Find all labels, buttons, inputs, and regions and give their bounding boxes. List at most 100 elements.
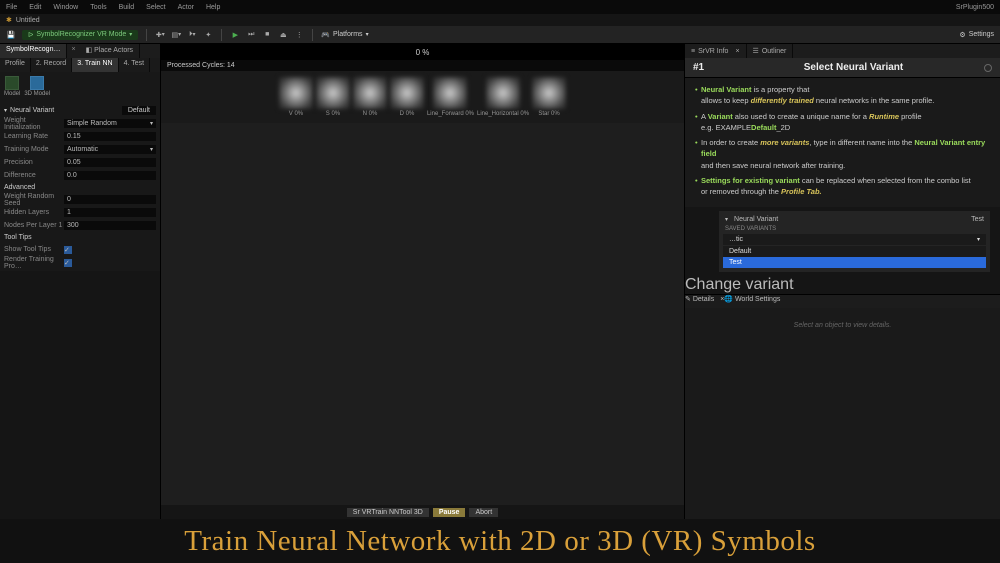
menu-window[interactable]: Window (53, 4, 78, 11)
left-panel: SymbolRecogn… × ◧ Place Actors Profile 2… (0, 44, 160, 519)
dirty-icon: ✱ (6, 16, 12, 24)
expand-icon: ▾ (4, 107, 7, 114)
settings-button[interactable]: ⚙ Settings (959, 31, 994, 39)
lbl-render-training: Render Training Pro… (4, 256, 64, 270)
menu-actor[interactable]: Actor (178, 4, 194, 11)
pause-button[interactable]: Pause (433, 508, 466, 517)
val-nodes[interactable]: 300 (64, 221, 156, 230)
symbol-n (353, 77, 387, 109)
val-weight-init[interactable]: Simple Random▾ (64, 119, 156, 128)
main-toolbar: 💾 ᐅ SymbolRecognizer VR Mode ▾ ✚▾ ▤▾ ⏵▾ … (0, 26, 1000, 44)
center-panel: 0 % Processed Cycles: 14 V 0% S 0% N 0% … (160, 44, 685, 519)
symbol-row: V 0% S 0% N 0% D 0% Line_Forward 0% Line… (161, 71, 684, 123)
add-icon[interactable]: ✚▾ (155, 30, 165, 40)
chk-render-training[interactable]: ✓ (64, 259, 72, 267)
lbl-difference: Difference (4, 172, 64, 179)
menu-select[interactable]: Select (146, 4, 165, 11)
variant-opt-test[interactable]: Test (723, 257, 986, 268)
pencil-icon: ✎ (685, 296, 691, 303)
tab-world-settings[interactable]: 🌐 World Settings (724, 295, 780, 308)
progress-bar: 0 % (161, 44, 684, 60)
processed-cycles: Processed Cycles: 14 (161, 60, 684, 71)
lbl-show-tooltips: Show Tool Tips (4, 246, 64, 253)
tooltip-change-variant: Change variant (685, 276, 1000, 294)
save-icon[interactable]: 💾 (6, 30, 16, 40)
outliner-icon: ☰ (753, 47, 759, 55)
blueprint-icon[interactable]: ▤▾ (171, 30, 181, 40)
tooltips-header[interactable]: Tool Tips (4, 232, 156, 243)
val-learning-rate[interactable]: 0.15 (64, 132, 156, 141)
globe-icon: 🌐 (724, 296, 733, 303)
tab-place-actors[interactable]: ◧ Place Actors (80, 44, 141, 58)
info-header: #1 Select Neural Variant (685, 58, 1000, 78)
chevron-down-icon: ▾ (129, 31, 132, 38)
menu-file[interactable]: File (6, 4, 17, 11)
variant-box: ▾Neural Variant Test SAVED VARIANTS …tic… (719, 211, 990, 272)
skip-icon[interactable]: ⏭ (246, 30, 256, 40)
val-hidden-layers[interactable]: 1 (64, 208, 156, 217)
stop-icon[interactable]: ■ (262, 30, 272, 40)
val-difference[interactable]: 0.0 (64, 171, 156, 180)
plugin-label: SrPlugin500 (956, 4, 994, 11)
symbol-d (390, 77, 424, 109)
lbl-weight-init: Weight Initialization (4, 117, 64, 131)
eject-icon[interactable]: ⏏ (278, 30, 288, 40)
variant-opt-default[interactable]: Default (723, 246, 986, 257)
lbl-learning-rate: Learning Rate (4, 133, 64, 140)
neural-variant-value[interactable]: Default (122, 106, 156, 115)
close-icon[interactable]: × (735, 48, 739, 55)
variant-header-value[interactable]: Test (971, 216, 984, 223)
chk-show-tooltips[interactable]: ✓ (64, 246, 72, 254)
abort-button[interactable]: Abort (469, 508, 498, 517)
menu-tools[interactable]: Tools (90, 4, 106, 11)
neural-variant-header[interactable]: ▾ Neural Variant Default (4, 104, 156, 117)
menu-build[interactable]: Build (119, 4, 135, 11)
symbol-star (532, 77, 566, 109)
titlebar: ✱ Untitled (0, 14, 1000, 26)
menu-edit[interactable]: Edit (29, 4, 41, 11)
lbl-precision: Precision (4, 159, 64, 166)
viewport[interactable] (161, 123, 684, 505)
mode-dropdown[interactable]: ᐅ SymbolRecognizer VR Mode ▾ (22, 30, 138, 40)
model-2d[interactable]: Model (4, 76, 20, 98)
tab-details[interactable]: ✎ Details × (685, 295, 724, 308)
cube-icon: ◧ (86, 47, 93, 54)
symbol-line-fwd (433, 77, 467, 109)
tab-symbol-recognizer[interactable]: SymbolRecogn… (0, 44, 67, 58)
lbl-training-mode: Training Mode (4, 146, 64, 153)
details-body: Select an object to view details. (685, 308, 1000, 519)
step-test[interactable]: 4. Test (119, 58, 151, 72)
model-3d[interactable]: 3D Model (24, 76, 50, 98)
tab-srvr-info[interactable]: ≡ SrVR Info × (685, 44, 747, 58)
more-icon[interactable]: ⋮ (294, 30, 304, 40)
val-training-mode[interactable]: Automatic▾ (64, 145, 156, 154)
banner-caption: Train Neural Network with 2D or 3D (VR) … (0, 519, 1000, 563)
val-seed[interactable]: 0 (64, 195, 156, 204)
sequence-icon[interactable]: ⏵▾ (187, 30, 197, 40)
lbl-hidden-layers: Hidden Layers (4, 209, 64, 216)
info-body: Neural Variant is a property that allows… (685, 78, 1000, 207)
platforms-dropdown[interactable]: 🎮 Platforms▾ (321, 31, 368, 39)
gear-icon: ⚙ (959, 31, 965, 39)
tool-tab[interactable]: Sr VRTrain NNTool 3D (347, 508, 429, 517)
step-record[interactable]: 2. Record (31, 58, 72, 72)
doc-title: Untitled (16, 17, 40, 24)
tool-icon[interactable]: ✦ (203, 30, 213, 40)
nav-dot-icon[interactable] (984, 64, 992, 72)
play-icon[interactable]: ▶ (230, 30, 240, 40)
platforms-icon: 🎮 (321, 31, 330, 39)
vr-icon: ᐅ (28, 31, 33, 39)
tab-outliner[interactable]: ☰ Outliner (747, 44, 794, 58)
right-panel: ≡ SrVR Info × ☰ Outliner #1 Select Neura… (685, 44, 1000, 519)
advanced-header[interactable]: Advanced (4, 182, 156, 193)
step-train[interactable]: 3. Train NN (72, 58, 118, 72)
symbol-line-hz (486, 77, 520, 109)
symbol-v (279, 77, 313, 109)
menu-help[interactable]: Help (206, 4, 220, 11)
val-precision[interactable]: 0.05 (64, 158, 156, 167)
variant-header-label: Neural Variant (734, 216, 778, 223)
step-profile[interactable]: Profile (0, 58, 31, 72)
close-icon[interactable]: × (67, 44, 79, 58)
variant-dropdown[interactable]: …tic▾ (723, 234, 986, 245)
menubar: File Edit Window Tools Build Select Acto… (0, 0, 1000, 14)
